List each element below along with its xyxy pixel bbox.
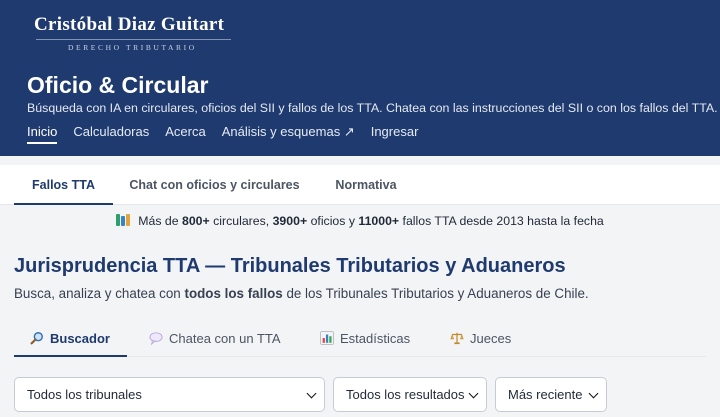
main-tabs: Fallos TTA Chat con oficios y circulares…: [0, 165, 720, 205]
brand-name[interactable]: Cristóbal Diaz Guitart: [34, 14, 224, 36]
bar-chart-icon: [320, 331, 334, 345]
subtab-estadisticas-label: Estadísticas: [340, 331, 411, 346]
speech-bubble-icon: [149, 332, 163, 345]
site-title: Oficio & Circular: [27, 72, 209, 98]
resultado-select-value: Todos los resultados: [346, 387, 465, 402]
nav-acerca[interactable]: Acerca: [165, 124, 205, 144]
subtab-buscador[interactable]: Buscador: [14, 322, 127, 357]
nav-inicio[interactable]: Inicio: [27, 124, 58, 144]
magnifier-icon: [30, 332, 43, 345]
chevron-down-icon: [588, 388, 599, 399]
subtab-jueces[interactable]: Jueces: [450, 322, 511, 357]
tribunal-select-value: Todos los tribunales: [27, 387, 142, 402]
stats-line: Más de 800+ circulares, 3900+ oficios y …: [0, 214, 720, 228]
subtab-estadisticas[interactable]: Estadísticas: [320, 322, 410, 357]
orden-select[interactable]: Más reciente: [495, 377, 607, 412]
stats-circulares-label: circulares,: [213, 214, 270, 228]
nav-analisis[interactable]: Análisis y esquemas ↗: [222, 124, 355, 144]
subtab-jueces-label: Jueces: [470, 331, 512, 346]
subtab-chatea-label: Chatea con un TTA: [169, 331, 281, 346]
chevron-down-icon: [468, 388, 479, 399]
nav-ingresar[interactable]: Ingresar: [371, 124, 419, 144]
stats-oficios-label: oficios y: [310, 214, 355, 228]
subtab-buscador-label: Buscador: [50, 331, 110, 346]
tab-normativa[interactable]: Normativa: [320, 165, 412, 205]
brand-subtitle: DERECHO TRIBUTARIO: [68, 43, 197, 52]
main-nav: Inicio Calculadoras Acerca Análisis y es…: [27, 124, 418, 144]
stats-prefix: Más de: [138, 214, 179, 228]
books-icon: [116, 214, 131, 226]
section-desc-bold: todos los fallos: [184, 286, 283, 301]
resultado-select[interactable]: Todos los resultados: [333, 377, 487, 412]
stats-circulares-count: 800+: [182, 214, 210, 228]
tribunal-select[interactable]: Todos los tribunales: [14, 377, 325, 412]
tab-chat-oficios[interactable]: Chat con oficios y circulares: [117, 165, 312, 205]
brand-divider: [36, 39, 231, 40]
stats-suffix: fallos TTA desde 2013 hasta la fecha: [402, 214, 604, 228]
stats-fallos-count: 11000+: [358, 214, 400, 228]
section-description: Busca, analiza y chatea con todos los fa…: [14, 286, 589, 301]
section-desc-after: de los Tribunales Tributarios y Aduanero…: [286, 286, 589, 301]
subtab-chatea[interactable]: Chatea con un TTA: [149, 322, 281, 357]
tab-fallos-tta[interactable]: Fallos TTA: [14, 165, 113, 205]
nav-calculadoras[interactable]: Calculadoras: [73, 124, 149, 144]
orden-select-value: Más reciente: [508, 387, 583, 402]
section-title: Jurisprudencia TTA — Tribunales Tributar…: [14, 255, 566, 277]
tta-subtabs: Buscador Chatea con un TTA Estadísticas …: [14, 322, 706, 357]
stats-oficios-count: 3900+: [272, 214, 308, 228]
site-header: Cristóbal Diaz Guitart DERECHO TRIBUTARI…: [0, 0, 720, 156]
scales-icon: [450, 332, 464, 345]
site-description: Búsqueda con IA en circulares, oficios d…: [27, 101, 718, 115]
section-desc-before: Busca, analiza y chatea con: [14, 286, 181, 301]
chevron-down-icon: [306, 388, 317, 399]
